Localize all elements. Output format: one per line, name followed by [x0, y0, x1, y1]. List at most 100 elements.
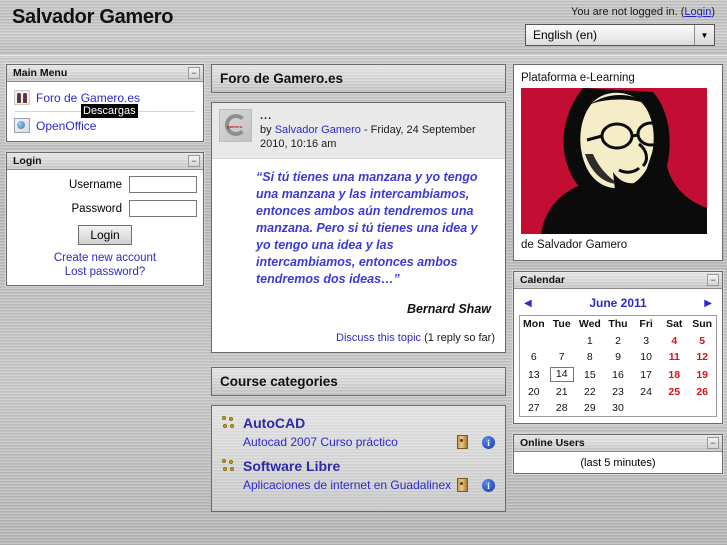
calendar-day-cell[interactable]: 27	[520, 400, 548, 417]
calendar-day-header: Thu	[608, 318, 628, 330]
block-login-title: Login	[13, 155, 42, 167]
tooltip-descargas: Descargas	[81, 104, 138, 118]
calendar-day-cell[interactable]: 22	[576, 384, 604, 400]
password-row: Password	[13, 200, 197, 217]
calendar-day-cell[interactable]: 13	[520, 365, 548, 384]
course-row[interactable]: Aplicaciones de internet en Guadalinex i	[222, 477, 495, 493]
course-aplicaciones-label[interactable]: Aplicaciones de internet en Guadalinex	[243, 477, 457, 493]
calendar-day-cell[interactable]: 28	[548, 400, 576, 417]
calendar-day-cell[interactable]: 11	[660, 349, 688, 365]
forum-post-header: gamero ... by Salvador Gamero - Friday, …	[212, 103, 505, 159]
site-title: Salvador Gamero	[12, 6, 174, 28]
login-status-text: You are not logged in. (	[571, 6, 685, 18]
login-button[interactable]: Login	[78, 225, 132, 245]
calendar-day-cell[interactable]: 2	[604, 333, 632, 349]
username-row: Username	[13, 176, 197, 193]
login-button-wrap: Login	[13, 225, 197, 245]
calendar-day-cell[interactable]: 19	[688, 365, 716, 384]
block-login-body: Username Password Login Create new accou…	[7, 170, 203, 285]
menu-item-openoffice[interactable]: OpenOffice Descargas	[13, 104, 197, 135]
calendar-next-icon[interactable]: ▶	[704, 298, 712, 309]
calendar-day-cell[interactable]: 17	[632, 365, 660, 384]
calendar-day-cell[interactable]: 8	[576, 349, 604, 365]
calendar-table: Mon Tue Wed Thu Fri Sat Sun 1 2 3 4 5 6 7 8 9 10 1…	[519, 315, 717, 417]
chevron-down-icon[interactable]: ▼	[694, 25, 714, 45]
forum-post-footer: Discuss this topic (1 reply so far)	[212, 322, 505, 352]
lost-password-link[interactable]: Lost password?	[13, 265, 197, 279]
calendar-day-cell[interactable]: 26	[688, 384, 716, 400]
key-icon	[457, 478, 468, 492]
category-autocad-label: AutoCAD	[243, 415, 306, 431]
portrait-svg	[521, 88, 707, 234]
block-login: Login − Username Password Login Create n…	[6, 152, 204, 286]
forum-post-author-link[interactable]: Salvador Gamero	[275, 124, 361, 136]
language-select[interactable]: English (en) ▼	[525, 24, 715, 46]
calendar-today-marker: 14	[549, 367, 574, 382]
collapse-icon[interactable]: −	[707, 274, 719, 286]
calendar-day-cell[interactable]: 21	[548, 384, 576, 400]
language-select-value: English (en)	[533, 28, 598, 42]
category-autocad[interactable]: AutoCAD	[222, 415, 495, 431]
calendar-prev-icon[interactable]: ◀	[524, 298, 532, 309]
page-content: Main Menu − Foro de Gamero.es OpenOffice…	[0, 56, 727, 545]
calendar-day-header: Wed	[578, 318, 601, 330]
course-categories-box: AutoCAD Autocad 2007 Curso práctico i So…	[211, 405, 506, 512]
calendar-day-cell[interactable]: 1	[576, 333, 604, 349]
forum-post-subject: ...	[260, 110, 273, 122]
collapse-icon[interactable]: −	[188, 155, 200, 167]
avatar[interactable]: gamero	[219, 109, 252, 142]
calendar-day-cell[interactable]: 25	[660, 384, 688, 400]
calendar-day-cell[interactable]: 29	[576, 400, 604, 417]
collapse-icon[interactable]: −	[188, 67, 200, 79]
discuss-topic-link[interactable]: Discuss this topic	[336, 332, 421, 344]
calendar-day-cell[interactable]: 4	[660, 333, 688, 349]
course-autocad-2007-label[interactable]: Autocad 2007 Curso práctico	[243, 434, 457, 450]
info-icon[interactable]: i	[482, 436, 495, 449]
online-users-subtitle: (last 5 minutes)	[580, 457, 656, 469]
avatar-tag: gamero	[227, 124, 243, 129]
calendar-cell-empty	[548, 333, 576, 349]
calendar-day-cell[interactable]: 14	[548, 365, 576, 384]
calendar-week-row: 20 21 22 23 24 25 26	[520, 384, 717, 400]
password-input[interactable]	[129, 200, 197, 217]
header-login-link[interactable]: Login	[684, 6, 711, 18]
menu-item-foro-label[interactable]: Foro de Gamero.es	[36, 91, 140, 105]
calendar-day-cell[interactable]: 9	[604, 349, 632, 365]
collapse-icon[interactable]: −	[707, 437, 719, 449]
reply-count: (1 reply so far)	[421, 332, 495, 344]
block-calendar-body: ◀ June 2011 ▶ Mon Tue Wed Thu Fri Sat Su	[514, 289, 722, 423]
calendar-day-cell[interactable]: 30	[604, 400, 632, 417]
calendar-day-cell[interactable]: 23	[604, 384, 632, 400]
block-main-menu: Main Menu − Foro de Gamero.es OpenOffice…	[6, 64, 204, 142]
calendar-day-header: Fri	[639, 318, 653, 330]
calendar-week-row: 13 14 15 16 17 18 19	[520, 365, 717, 384]
calendar-day-cell[interactable]: 16	[604, 365, 632, 384]
calendar-day-cell[interactable]: 12	[688, 349, 716, 365]
page-header: Salvador Gamero You are not logged in. (…	[0, 0, 727, 56]
calendar-day-cell[interactable]: 15	[576, 365, 604, 384]
calendar-day-cell[interactable]: 7	[548, 349, 576, 365]
calendar-day-header: Sun	[692, 318, 713, 330]
menu-item-openoffice-label[interactable]: OpenOffice	[36, 119, 96, 133]
block-online-users-body: (last 5 minutes)	[514, 452, 722, 473]
username-input[interactable]	[129, 176, 197, 193]
calendar-cell-empty	[632, 400, 660, 417]
create-account-link[interactable]: Create new account	[13, 251, 197, 265]
login-links: Create new account Lost password?	[13, 251, 197, 279]
calendar-day-cell[interactable]: 5	[688, 333, 716, 349]
course-row[interactable]: Autocad 2007 Curso práctico i	[222, 434, 495, 450]
category-software-libre[interactable]: Software Libre	[222, 458, 495, 474]
logo-caption-top: Plataforma e-Learning	[521, 72, 635, 84]
calendar-month-label[interactable]: June 2011	[589, 296, 646, 310]
calendar-day-cell[interactable]: 10	[632, 349, 660, 365]
forum-post-quote: “Si tú tienes una manzana y yo tengo una…	[256, 170, 478, 286]
calendar-day-cell[interactable]: 20	[520, 384, 548, 400]
block-online-users-header: Online Users −	[514, 435, 722, 452]
info-icon[interactable]: i	[482, 479, 495, 492]
calendar-day-cell[interactable]: 18	[660, 365, 688, 384]
calendar-day-cell[interactable]: 3	[632, 333, 660, 349]
left-sidebar: Main Menu − Foro de Gamero.es OpenOffice…	[6, 64, 204, 537]
block-main-menu-title: Main Menu	[13, 67, 68, 79]
calendar-day-cell[interactable]: 6	[520, 349, 548, 365]
calendar-day-cell[interactable]: 24	[632, 384, 660, 400]
